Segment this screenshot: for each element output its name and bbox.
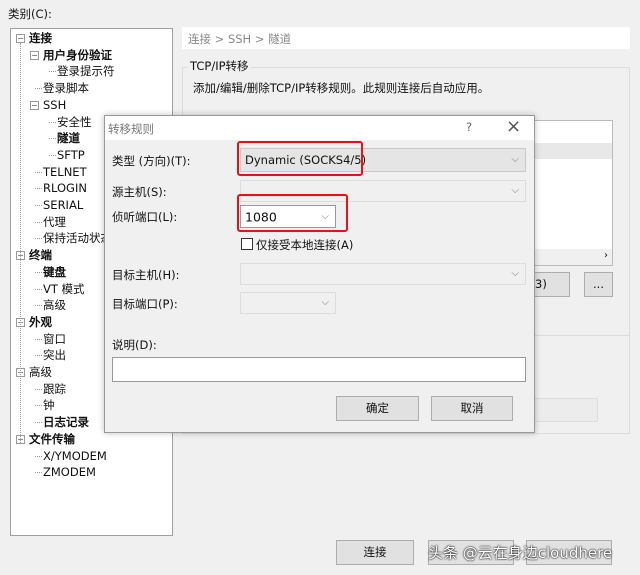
tree-item[interactable]: SERIAL [43, 197, 83, 213]
group-description: 添加/编辑/删除TCP/IP转移规则。此规则连接后自动应用。 [193, 81, 490, 95]
chevron-down-icon: ⌵ [511, 153, 519, 165]
breadcrumb-text: 连接 > SSH > 隧道 [188, 32, 292, 46]
tree-connector [49, 71, 56, 73]
type-label: 类型 (方向)(T): [112, 154, 191, 168]
collapse-icon[interactable]: − [16, 34, 25, 43]
tree-item[interactable]: X/YMODEM [43, 448, 107, 464]
listen-port-label: 侦听端口(L): [112, 210, 178, 224]
chevron-down-icon: ⌵ [511, 267, 519, 279]
tree-item[interactable]: 外观 [29, 314, 52, 330]
chevron-down-icon: ⌵ [321, 296, 329, 308]
tree-connector [35, 188, 42, 190]
tree-connector [35, 171, 42, 173]
tree-connector [35, 305, 42, 307]
description-input[interactable] [112, 357, 526, 382]
tree-connector [49, 154, 56, 156]
tree-connector [35, 472, 42, 474]
tree-connector [35, 205, 42, 206]
tree-item[interactable]: 安全性 [57, 114, 92, 130]
tree-item[interactable]: VT 模式 [43, 281, 85, 297]
disabled-button[interactable] [525, 398, 598, 422]
more-button[interactable]: ... [584, 272, 613, 297]
tree-connector [35, 288, 42, 290]
tree-item[interactable]: 终端 [29, 247, 52, 263]
watermark: 头条 @云在身边cloudhere [428, 544, 613, 562]
help-button[interactable]: ? [466, 120, 472, 134]
dialog-title: 转移规则 [108, 122, 154, 136]
tree-item[interactable]: 键盘 [43, 264, 66, 280]
tree-item[interactable]: RLOGIN [43, 180, 87, 196]
tree-connector [49, 121, 56, 123]
tree-item[interactable]: 登录提示符 [57, 63, 115, 79]
tree-item[interactable]: 钟 [43, 397, 55, 413]
target-port-label: 目标端口(P): [112, 297, 178, 311]
tree-connector [35, 355, 42, 357]
tree-connector [35, 455, 42, 457]
tree-item[interactable]: 文件传输 [29, 431, 75, 447]
tree-item[interactable]: 高级 [29, 364, 52, 380]
category-label: 类别(C): [8, 7, 52, 21]
scroll-right-icon[interactable]: › [604, 250, 608, 261]
tree-item[interactable]: 用户身份验证 [43, 47, 112, 63]
tree-connector [35, 338, 42, 340]
local-only-label[interactable]: 仅接受本地连接(A) [256, 237, 353, 253]
group-title: TCP/IP转移 [188, 58, 251, 74]
target-port-select[interactable]: ⌵ [240, 292, 336, 314]
tree-connector [35, 88, 42, 90]
description-label: 说明(D): [112, 338, 157, 352]
tree-item[interactable]: 保持活动状态 [43, 230, 112, 246]
tree-connector [49, 138, 56, 140]
tree-item[interactable]: 登录脚本 [43, 80, 89, 96]
target-host-select[interactable]: ⌵ [240, 263, 526, 285]
tree-connector [35, 221, 42, 223]
connect-button[interactable]: 连接 [336, 540, 414, 565]
dialog-titlebar: 转移规则 ? × [105, 116, 534, 140]
tree-item[interactable]: SSH [43, 97, 66, 113]
tree-item[interactable]: SFTP [57, 147, 85, 163]
collapse-icon[interactable]: − [30, 50, 39, 60]
highlight-box [237, 194, 348, 232]
tree-item[interactable]: 跟踪 [43, 381, 66, 397]
tree-item[interactable]: 代理 [43, 214, 66, 230]
collapse-icon[interactable]: − [30, 100, 39, 110]
tree-item[interactable]: 突出 [43, 347, 66, 363]
tree-item[interactable]: TELNET [43, 164, 87, 180]
tree-item[interactable]: 隧道 [57, 130, 80, 146]
source-host-label: 源主机(S): [112, 185, 167, 199]
tree-item[interactable]: 连接 [29, 30, 52, 46]
local-only-checkbox[interactable] [241, 238, 253, 250]
tree-connector [35, 238, 42, 240]
breadcrumb: 连接 > SSH > 隧道 [182, 27, 630, 49]
cancel-button[interactable]: 取消 [431, 396, 513, 421]
tree-connector [35, 422, 42, 424]
tree-connector [20, 43, 21, 443]
chevron-down-icon: ⌵ [511, 184, 519, 196]
tree-item[interactable]: ZMODEM [43, 464, 96, 480]
tree-connector [35, 388, 42, 390]
highlight-box [237, 141, 363, 176]
tree-item[interactable]: 高级 [43, 297, 66, 313]
target-host-label: 目标主机(H): [112, 268, 180, 282]
ok-button[interactable]: 确定 [336, 396, 419, 421]
tree-connector [35, 271, 42, 273]
tree-item[interactable]: 窗口 [43, 331, 66, 347]
close-button[interactable]: × [506, 116, 521, 137]
tree-connector [35, 405, 42, 407]
tree-item[interactable]: 日志记录 [43, 414, 89, 430]
